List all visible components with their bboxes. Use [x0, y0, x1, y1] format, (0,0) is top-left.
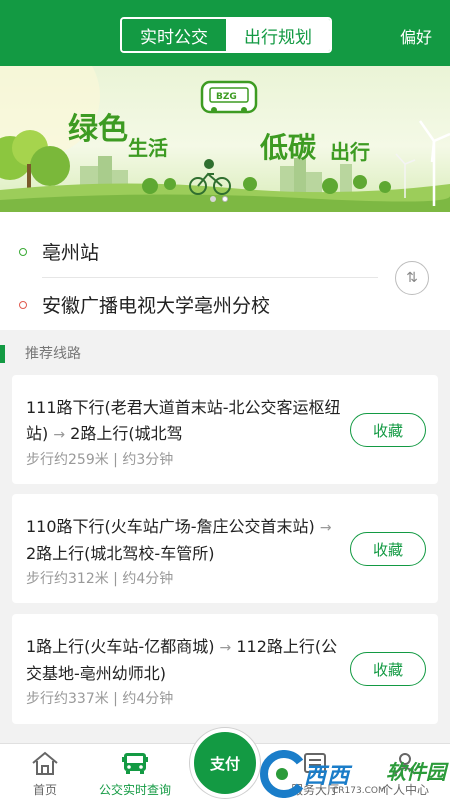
nav-item-bus-realtime[interactable]: 公交实时查询 [90, 744, 180, 800]
origin-stop: 亳州站 [42, 242, 100, 264]
pay-button[interactable]: 支付 [190, 728, 260, 798]
watermark-c-icon [260, 750, 304, 798]
destination-row[interactable]: 安徽广播电视大学亳州分校 [0, 291, 450, 318]
nav-label: 首页 [32, 783, 57, 797]
route-card[interactable]: 1路上行(火车站-亿都商城) → 112路上行(公交基地-亳州幼师北) 步行约3… [12, 614, 438, 724]
walk-time: 约4分钟 [122, 691, 174, 707]
transfer-arrow-icon: → [53, 427, 66, 443]
route-description: 111路下行(老君大道首末站-北公交客运枢纽站) → 2路上行(城北驾 [26, 395, 346, 448]
route-description: 110路下行(火车站广场-詹庄公交首末站) → 2路上行(城北驾校-车管所) [26, 514, 346, 567]
walk-distance: 步行约259米 [26, 452, 109, 468]
favorite-button[interactable]: 收藏 [350, 652, 426, 686]
home-icon [32, 751, 58, 775]
mode-segmented-control: 实时公交 出行规划 [120, 17, 332, 53]
favorite-button[interactable]: 收藏 [350, 532, 426, 566]
route-description: 1路上行(火车站-亿都商城) → 112路上行(公交基地-亳州幼师北) [26, 634, 346, 687]
slogan-life: 生活 [128, 136, 168, 160]
watermark-logo: 西西 软件园 CR173.COM [258, 748, 448, 800]
route-line-b: 2路上行(城北驾 [70, 424, 183, 443]
destination-dot-icon [19, 300, 27, 309]
walk-time: 约3分钟 [122, 452, 174, 468]
walk-distance: 步行约312米 [26, 571, 109, 587]
nav-item-home[interactable]: 首页 [0, 744, 90, 800]
promo-banner[interactable]: BZG 绿色 生活 低碳 出行 [0, 66, 450, 212]
tab-realtime-bus[interactable]: 实时公交 [122, 19, 226, 51]
route-walk-info: 步行约312米 | 约4分钟 [26, 571, 174, 587]
route-card[interactable]: 111路下行(老君大道首末站-北公交客运枢纽站) → 2路上行(城北驾 步行约2… [12, 375, 438, 484]
section-accent-bar [0, 345, 5, 363]
watermark-brand-right: 软件园 [386, 760, 446, 784]
destination-stop: 安徽广播电视大学亳州分校 [42, 295, 271, 317]
route-card[interactable]: 110路下行(火车站广场-詹庄公交首末站) → 2路上行(城北驾校-车管所) 步… [12, 494, 438, 603]
preferences-button[interactable]: 偏好 [400, 24, 432, 48]
swap-vertical-icon[interactable]: ⇅ [395, 261, 429, 295]
bus-logo-text: BZG [216, 92, 237, 102]
section-title: 推荐线路 [25, 346, 81, 362]
route-line-b: 2路上行(城北驾校-车管所) [26, 544, 215, 563]
walk-distance: 步行约337米 [26, 691, 109, 707]
favorite-button[interactable]: 收藏 [350, 413, 426, 447]
slogan-travel: 出行 [330, 140, 370, 164]
slogan-low-carbon: 低碳 [260, 131, 317, 164]
slogan-green: 绿色 [68, 112, 128, 147]
route-line-a: 110路下行(火车站广场-詹庄公交首末站) [26, 517, 315, 536]
origin-dot-icon [19, 247, 27, 256]
transfer-arrow-icon: → [219, 640, 232, 656]
route-walk-info: 步行约259米 | 约3分钟 [26, 452, 174, 468]
route-walk-info: 步行约337米 | 约4分钟 [26, 691, 174, 707]
route-line-a: 1路上行(火车站-亿都商城) [26, 637, 215, 656]
banner-pager [210, 196, 228, 202]
nav-label: 公交实时查询 [98, 783, 171, 797]
walk-time: 约4分钟 [122, 571, 174, 587]
origin-row[interactable]: 亳州站 [0, 238, 450, 265]
pager-dot-active[interactable] [222, 196, 228, 202]
watermark-url: CR173.COM [332, 786, 386, 796]
tab-trip-planning[interactable]: 出行规划 [226, 19, 330, 51]
header-bar: 实时公交 出行规划 偏好 [0, 0, 450, 66]
stops-divider [42, 277, 378, 278]
transfer-arrow-icon: → [319, 520, 332, 536]
pager-dot[interactable] [210, 196, 216, 202]
route-stops-panel: 亳州站 安徽广播电视大学亳州分校 [0, 212, 450, 330]
bus-icon [122, 753, 148, 774]
